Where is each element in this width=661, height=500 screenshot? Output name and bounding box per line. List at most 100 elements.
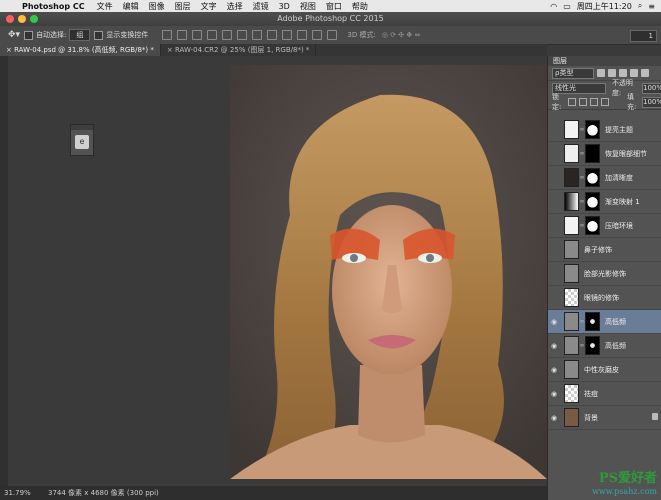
layer-mask-thumbnail[interactable] bbox=[585, 216, 600, 235]
battery-icon[interactable]: ▭ bbox=[563, 2, 571, 11]
menu-layer[interactable]: 图层 bbox=[175, 1, 191, 12]
layer-name[interactable]: 加清晰度 bbox=[605, 173, 633, 183]
distribute-bottom-icon[interactable] bbox=[282, 30, 293, 40]
tab-raw04-psd[interactable]: × RAW-04.psd @ 31.8% (高低频, RGB/8*) * bbox=[0, 44, 161, 56]
menu-window[interactable]: 窗口 bbox=[326, 1, 342, 12]
layer-row[interactable]: ∞ 压暗环境 bbox=[548, 214, 661, 238]
layer-thumbnail[interactable] bbox=[564, 240, 579, 259]
layer-thumbnail[interactable] bbox=[564, 336, 579, 355]
opacity-field[interactable]: 100% bbox=[642, 82, 661, 94]
layer-thumbnail[interactable] bbox=[564, 168, 579, 187]
app-menu[interactable]: Photoshop CC bbox=[22, 2, 85, 11]
document-info[interactable]: 3744 像素 x 4680 像素 (300 ppi) bbox=[40, 488, 159, 498]
distribute-right-icon[interactable] bbox=[327, 30, 338, 40]
3d-tools-icons[interactable]: ◎ ⟳ ✣ ✥ ⇔ bbox=[382, 31, 420, 39]
visibility-eye-icon[interactable]: ◉ bbox=[548, 342, 560, 350]
layer-name[interactable]: 眼镜的修饰 bbox=[584, 293, 619, 303]
layer-name[interactable]: 背景 bbox=[584, 413, 598, 423]
layer-mask-thumbnail[interactable] bbox=[585, 336, 600, 355]
layer-name[interactable]: 中性灰磨皮 bbox=[584, 365, 619, 375]
layer-row[interactable]: 鼻子修饰 bbox=[548, 238, 661, 262]
layer-name[interactable]: 高低频 bbox=[605, 341, 626, 351]
layer-thumbnail[interactable] bbox=[564, 360, 579, 379]
layer-row[interactable]: ∞ 恢复眼部细节 bbox=[548, 142, 661, 166]
menu-3d[interactable]: 3D bbox=[279, 2, 290, 11]
layer-name[interactable]: 脸部光影修饰 bbox=[584, 269, 626, 279]
filter-adjustment-icon[interactable] bbox=[608, 69, 616, 77]
align-right-icon[interactable] bbox=[237, 30, 248, 40]
filter-shape-icon[interactable] bbox=[630, 69, 638, 77]
align-left-icon[interactable] bbox=[207, 30, 218, 40]
filter-pixel-icon[interactable] bbox=[597, 69, 605, 77]
layer-thumbnail[interactable] bbox=[564, 312, 579, 331]
fill-field[interactable]: 100% bbox=[642, 96, 661, 108]
layers-panel-tab[interactable]: 图层 bbox=[548, 56, 661, 66]
layer-mask-thumbnail[interactable] bbox=[585, 144, 600, 163]
floating-tool-panel[interactable]: e bbox=[70, 124, 94, 156]
panel-tool-icon[interactable]: e bbox=[75, 135, 89, 149]
filter-type-icon[interactable] bbox=[619, 69, 627, 77]
layer-mask-thumbnail[interactable] bbox=[585, 168, 600, 187]
distribute-top-icon[interactable] bbox=[252, 30, 263, 40]
visibility-eye-icon[interactable]: ◉ bbox=[548, 390, 560, 398]
zoom-button[interactable] bbox=[30, 15, 38, 23]
move-tool-icon[interactable]: ✥▾ bbox=[8, 30, 20, 40]
layer-name[interactable]: 恢复眼部细节 bbox=[605, 149, 647, 159]
layer-thumbnail[interactable] bbox=[564, 264, 579, 283]
zoom-level[interactable]: 31.79% bbox=[0, 489, 40, 497]
auto-select-checkbox[interactable] bbox=[24, 30, 34, 40]
layer-name[interactable]: 高低频 bbox=[605, 317, 626, 327]
lock-image-icon[interactable] bbox=[579, 98, 587, 106]
align-top-icon[interactable] bbox=[162, 30, 173, 40]
menu-view[interactable]: 视图 bbox=[300, 1, 316, 12]
layer-thumbnail[interactable] bbox=[564, 408, 579, 427]
tab-raw04-cr2[interactable]: × RAW-04.CR2 @ 25% (图层 1, RGB/8*) * bbox=[161, 44, 317, 56]
layer-thumbnail[interactable] bbox=[564, 192, 579, 211]
layer-row[interactable]: ∞ 渐变映射 1 bbox=[548, 190, 661, 214]
layer-mask-thumbnail[interactable] bbox=[585, 312, 600, 331]
layer-row[interactable]: ◉ ∞ 高低频 bbox=[548, 310, 661, 334]
distribute-left-icon[interactable] bbox=[297, 30, 308, 40]
layer-row[interactable]: ◉ 背景 bbox=[548, 406, 661, 430]
right-value-field[interactable]: 1 bbox=[630, 30, 657, 42]
menu-image[interactable]: 图像 bbox=[149, 1, 165, 12]
layer-thumbnail[interactable] bbox=[564, 144, 579, 163]
layer-thumbnail[interactable] bbox=[564, 384, 579, 403]
menu-help[interactable]: 帮助 bbox=[352, 1, 368, 12]
menu-select[interactable]: 选择 bbox=[227, 1, 243, 12]
layer-mask-thumbnail[interactable] bbox=[585, 120, 600, 139]
lock-all-icon[interactable] bbox=[601, 98, 609, 106]
layer-thumbnail[interactable] bbox=[564, 288, 579, 307]
distribute-hcenter-icon[interactable] bbox=[312, 30, 323, 40]
layer-name[interactable]: 提亮主题 bbox=[605, 125, 633, 135]
layer-name[interactable]: 祛痘 bbox=[584, 389, 598, 399]
distribute-vcenter-icon[interactable] bbox=[267, 30, 278, 40]
lock-position-icon[interactable] bbox=[590, 98, 598, 106]
clock[interactable]: 周四上午11:20 bbox=[577, 1, 632, 12]
tab-close-icon[interactable]: × bbox=[6, 46, 14, 54]
visibility-eye-icon[interactable]: ◉ bbox=[548, 366, 560, 374]
menu-type[interactable]: 文字 bbox=[201, 1, 217, 12]
layer-thumbnail[interactable] bbox=[564, 120, 579, 139]
show-transform-checkbox[interactable] bbox=[94, 30, 104, 40]
visibility-eye-icon[interactable]: ◉ bbox=[548, 318, 560, 326]
align-vcenter-icon[interactable] bbox=[177, 30, 188, 40]
floating-panel-header[interactable] bbox=[71, 125, 93, 130]
list-icon[interactable]: ≡ bbox=[648, 2, 655, 11]
tab-close-icon[interactable]: × bbox=[167, 46, 175, 54]
auto-select-dropdown[interactable]: 组 bbox=[69, 29, 91, 41]
document-canvas[interactable] bbox=[230, 65, 547, 479]
layer-row[interactable]: 眼镜的修饰 bbox=[548, 286, 661, 310]
layer-name[interactable]: 压暗环境 bbox=[605, 221, 633, 231]
search-icon[interactable]: ⌕ bbox=[638, 1, 642, 11]
layer-kind-filter[interactable]: ρ类型 bbox=[552, 67, 594, 79]
menu-filter[interactable]: 滤镜 bbox=[253, 1, 269, 12]
layer-row[interactable]: 脸部光影修饰 bbox=[548, 262, 661, 286]
menu-edit[interactable]: 编辑 bbox=[123, 1, 139, 12]
align-bottom-icon[interactable] bbox=[192, 30, 203, 40]
visibility-eye-icon[interactable]: ◉ bbox=[548, 414, 560, 422]
wifi-icon[interactable]: ◠ bbox=[550, 2, 557, 11]
menu-file[interactable]: 文件 bbox=[97, 1, 113, 12]
minimize-button[interactable] bbox=[18, 15, 26, 23]
layer-row[interactable]: ∞ 提亮主题 bbox=[548, 118, 661, 142]
